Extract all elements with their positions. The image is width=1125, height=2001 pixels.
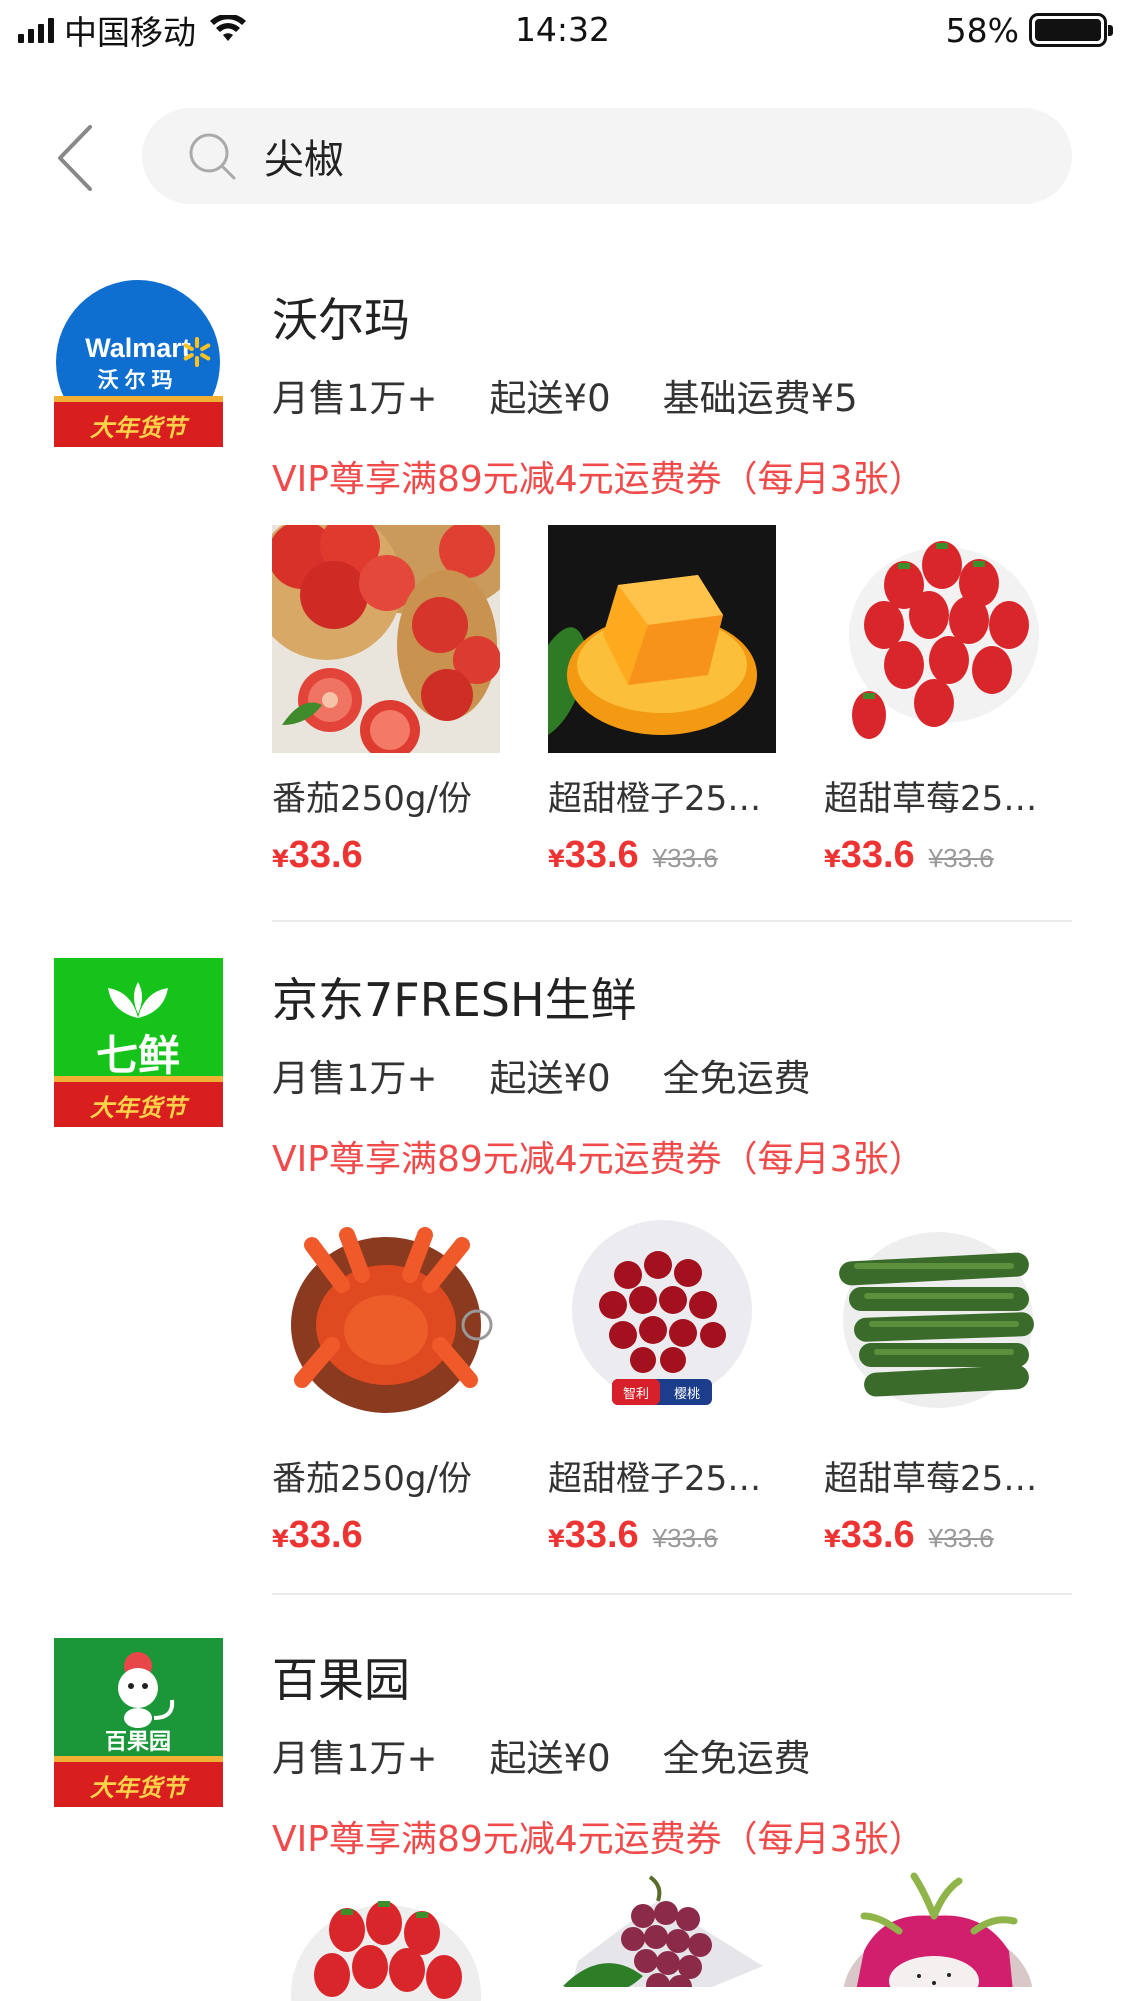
product-card[interactable]: 智利 樱桃 超甜橙子25… ¥ 33.6 ¥33.6 — [548, 1205, 776, 1557]
price-original: ¥33.6 — [928, 843, 994, 873]
product-price: ¥ 33.6 — [272, 1514, 363, 1556]
product-image-grapes — [548, 1871, 776, 1987]
price-original: ¥33.6 — [928, 1523, 994, 1553]
product-card[interactable] — [824, 1871, 1052, 2001]
product-name: 超甜草莓25… — [824, 1459, 1038, 1499]
product-card[interactable] — [272, 1885, 500, 2001]
battery-percent: 58% — [945, 10, 1019, 50]
product-card[interactable]: 番茄250g/份 ¥ 33.6 — [272, 1205, 500, 1557]
product-image-cherry: 智利 樱桃 — [548, 1205, 776, 1433]
product-card[interactable]: 超甜草莓25… ¥ 33.6 ¥33.6 — [824, 1205, 1052, 1557]
store-delivery-fee: 全免运费 — [662, 1057, 811, 1100]
store-sales: 月售1万+ — [272, 1737, 438, 1780]
product-price: ¥ 33.6 ¥33.6 — [548, 1514, 718, 1556]
product-image-strawberry — [824, 525, 1052, 753]
price-value: 33.6 — [564, 1514, 639, 1556]
walmart-logo-text: Walmart — [85, 333, 191, 363]
battery-icon — [1029, 13, 1113, 47]
chevron-left-icon — [58, 125, 92, 191]
store-sales: 月售1万+ — [272, 1057, 438, 1100]
store-meta: 月售1万+ 起送¥0 全免运费 — [272, 1048, 811, 1102]
product-list: 番茄250g/份 ¥ 33.6 超甜橙子25… ¥ 33.6 ¥33.6 超甜草… — [272, 525, 1072, 877]
store-min-order: 起送¥0 — [489, 1737, 611, 1780]
product-card[interactable]: 超甜草莓25… ¥ 33.6 ¥33.6 — [824, 525, 1052, 877]
logo-banner: 大年货节 — [90, 413, 190, 442]
product-image-cucumber — [824, 1205, 1052, 1433]
status-right: 58% — [945, 8, 1113, 52]
store-delivery-fee: 基础运费¥5 — [662, 377, 858, 420]
cherry-badge-origin: 智利 — [623, 1387, 649, 1402]
cherry-badge-type: 樱桃 — [674, 1386, 700, 1402]
store-card[interactable]: Walmart 沃尔玛 大年货节 沃尔玛 月售1万+ 起送¥0 基础运费¥5 V… — [0, 270, 1125, 922]
divider — [272, 1593, 1072, 1595]
product-image-crab — [272, 1205, 500, 1433]
logo-banner: 大年货节 — [90, 1093, 190, 1122]
store-min-order: 起送¥0 — [489, 377, 611, 420]
divider — [272, 920, 1072, 922]
store-logo-7fresh: 七鲜 大年货节 — [54, 958, 223, 1127]
store-promo: VIP尊享满89元减4元运费券（每月3张） — [272, 1819, 925, 1860]
store-name: 京东7FRESH生鲜 — [272, 973, 637, 1027]
store-logo-baiguoyuan: 百果园 大年货节 — [54, 1638, 223, 1807]
price-value: 33.6 — [840, 834, 915, 876]
product-image-tomato — [272, 525, 500, 753]
store-meta: 月售1万+ 起送¥0 基础运费¥5 — [272, 368, 858, 422]
price-value: 33.6 — [288, 1514, 363, 1556]
store-name: 百果园 — [272, 1653, 410, 1707]
product-name: 超甜橙子25… — [548, 779, 762, 819]
store-meta: 月售1万+ 起送¥0 全免运费 — [272, 1728, 811, 1782]
product-list: 番茄250g/份 ¥ 33.6 智利 樱桃 超甜橙子25… ¥ 33.6 ¥33… — [272, 1205, 1072, 1557]
store-card[interactable]: 百果园 大年货节 百果园 月售1万+ 起送¥0 全免运费 VIP尊享满89元减4… — [0, 1630, 1125, 2001]
product-name: 超甜橙子25… — [548, 1459, 762, 1499]
baiguoyuan-logo-text: 百果园 — [105, 1730, 171, 1755]
product-image-dragonfruit — [824, 1871, 1052, 1987]
product-card[interactable] — [548, 1871, 776, 2001]
product-card[interactable]: 超甜橙子25… ¥ 33.6 ¥33.6 — [548, 525, 776, 877]
store-promo: VIP尊享满89元减4元运费券（每月3张） — [272, 459, 925, 500]
price-value: 33.6 — [840, 1514, 915, 1556]
product-card[interactable]: 番茄250g/份 ¥ 33.6 — [272, 525, 500, 877]
price-value: 33.6 — [288, 834, 363, 876]
store-delivery-fee: 全免运费 — [662, 1737, 811, 1780]
search-icon — [189, 133, 236, 180]
price-value: 33.6 — [564, 834, 639, 876]
product-price: ¥ 33.6 ¥33.6 — [824, 1514, 994, 1556]
price-original: ¥33.6 — [652, 843, 718, 873]
product-list — [272, 1871, 1072, 2001]
store-promo: VIP尊享满89元减4元运费券（每月3张） — [272, 1139, 925, 1180]
store-sales: 月售1万+ — [272, 377, 438, 420]
product-name: 番茄250g/份 — [272, 779, 472, 819]
status-bar: 中国移动 14:32 58% — [0, 0, 1125, 60]
store-card[interactable]: 七鲜 大年货节 京东7FRESH生鲜 月售1万+ 起送¥0 全免运费 VIP尊享… — [0, 950, 1125, 1600]
product-price: ¥ 33.6 ¥33.6 — [548, 834, 718, 876]
store-logo-walmart: Walmart 沃尔玛 大年货节 — [54, 278, 223, 447]
store-name: 沃尔玛 — [272, 293, 410, 347]
search-input[interactable]: 尖椒 — [142, 108, 1072, 204]
walmart-logo-cn: 沃尔玛 — [98, 368, 179, 392]
product-name: 番茄250g/份 — [272, 1459, 472, 1499]
7fresh-logo-text: 七鲜 — [96, 1031, 180, 1080]
back-button[interactable] — [48, 118, 100, 198]
price-original: ¥33.6 — [652, 1523, 718, 1553]
product-price: ¥ 33.6 ¥33.6 — [824, 834, 994, 876]
product-image-orange — [548, 525, 776, 753]
product-price: ¥ 33.6 — [272, 834, 363, 876]
store-min-order: 起送¥0 — [489, 1057, 611, 1100]
search-query: 尖椒 — [264, 137, 344, 183]
product-image-strawberry-plate — [272, 1885, 500, 2001]
logo-banner: 大年货节 — [90, 1773, 190, 1802]
product-name: 超甜草莓25… — [824, 779, 1038, 819]
